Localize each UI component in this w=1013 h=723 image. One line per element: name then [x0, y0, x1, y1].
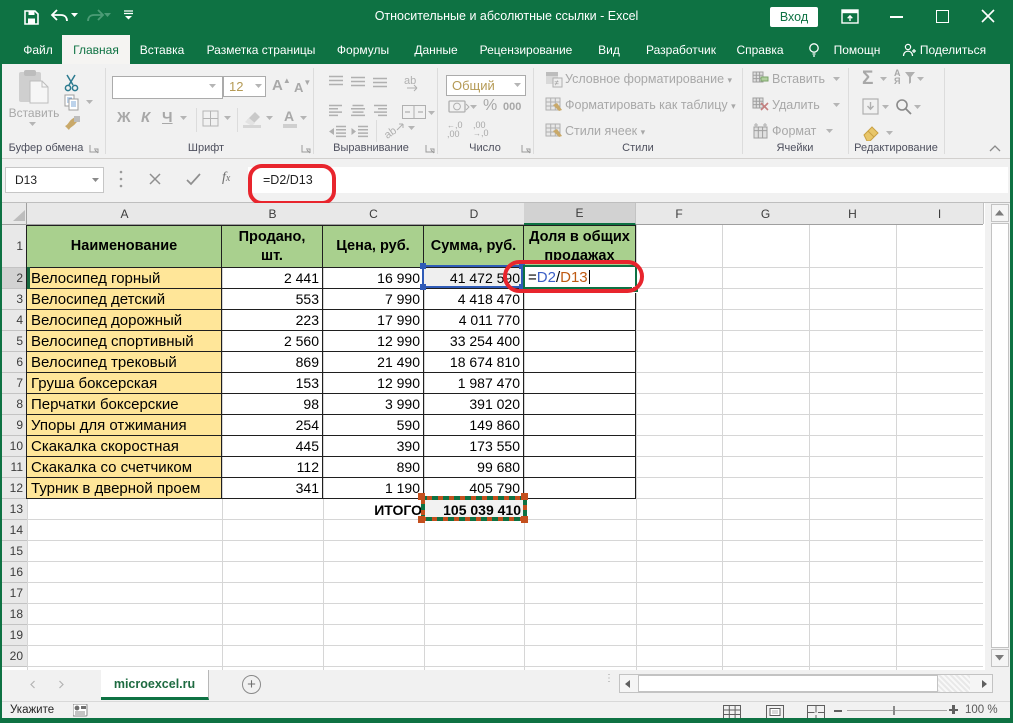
svg-text:≠: ≠ [555, 79, 560, 88]
svg-text:ab: ab [384, 125, 399, 141]
